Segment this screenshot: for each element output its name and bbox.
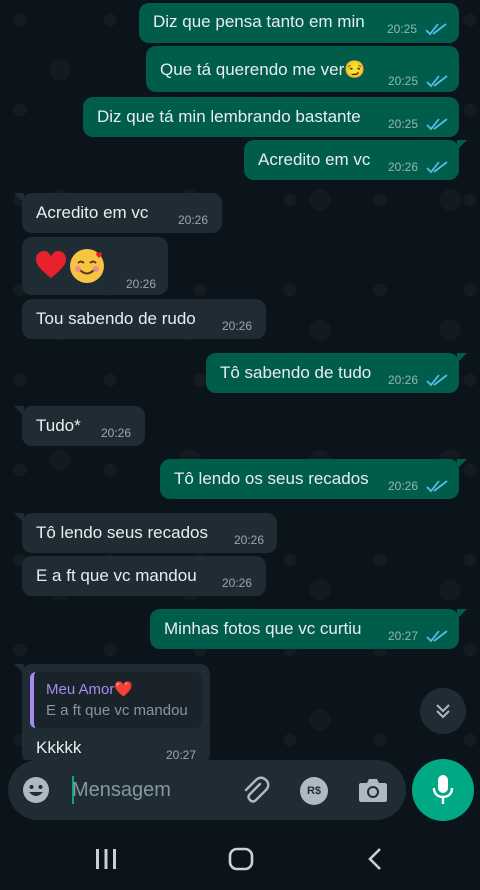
message-text: Acredito em vc bbox=[258, 150, 371, 169]
message-time: 20:27 bbox=[388, 629, 419, 643]
back-icon[interactable] bbox=[367, 847, 383, 871]
message-text: E a ft que vc mandou bbox=[36, 566, 197, 585]
paperclip-icon[interactable] bbox=[240, 776, 270, 806]
message-time: 20:25 bbox=[388, 74, 419, 88]
emoji-icon[interactable] bbox=[22, 776, 50, 804]
message-text: Tou sabendo de rudo bbox=[36, 309, 196, 328]
voice-message-button[interactable] bbox=[412, 759, 474, 821]
message-time: 20:26 bbox=[234, 533, 265, 547]
chevron-double-down-icon bbox=[436, 704, 450, 719]
message-time: 20:25 bbox=[388, 117, 419, 131]
double-check-icon bbox=[426, 480, 448, 493]
message-outgoing[interactable]: Diz que tá min lembrando bastante 20:25 bbox=[83, 97, 459, 137]
message-composer[interactable]: Mensagem R$ bbox=[8, 760, 406, 820]
message-time: 20:26 bbox=[222, 319, 253, 333]
message-time: 20:27 bbox=[166, 748, 197, 760]
message-text: Minhas fotos que vc curtiu bbox=[164, 619, 362, 638]
message-text: Tô lendo seus recados bbox=[36, 523, 208, 542]
message-time: 20:26 bbox=[178, 213, 209, 227]
message-list[interactable]: Diz que pensa tanto em min 20:25 Que tá … bbox=[0, 0, 480, 760]
message-outgoing[interactable]: Tô lendo os seus recados 20:26 bbox=[160, 459, 467, 499]
message-outgoing[interactable]: Que tá querendo me ver😏 20:25 bbox=[146, 46, 459, 92]
message-time: 20:26 bbox=[222, 576, 253, 590]
smiling-face-with-hearts-emoji bbox=[70, 249, 104, 283]
message-text: Tô lendo os seus recados bbox=[174, 469, 369, 488]
message-outgoing[interactable]: Minhas fotos que vc curtiu 20:27 bbox=[150, 609, 467, 649]
message-incoming[interactable]: Tô lendo seus recados 20:26 bbox=[14, 513, 277, 553]
message-text: Tudo* bbox=[36, 416, 81, 435]
message-outgoing[interactable]: Acredito em vc 20:26 bbox=[244, 140, 467, 180]
scroll-to-bottom-button[interactable] bbox=[420, 688, 466, 734]
message-text: Tô sabendo de tudo bbox=[220, 363, 372, 382]
message-text: Kkkkk bbox=[36, 738, 82, 757]
message-time: 20:26 bbox=[388, 479, 419, 493]
message-incoming[interactable]: Tudo* 20:26 bbox=[14, 406, 145, 446]
double-check-icon bbox=[426, 630, 448, 643]
rs-payment-icon[interactable]: R$ bbox=[300, 777, 328, 805]
message-text: Diz que pensa tanto em min bbox=[153, 12, 365, 31]
red-heart-emoji bbox=[36, 251, 66, 278]
double-check-icon bbox=[426, 75, 448, 88]
system-navigation-bar bbox=[0, 822, 480, 890]
message-incoming-reply[interactable]: Meu Amor❤️ E a ft que vc mandou Kkkkk 20… bbox=[14, 664, 210, 760]
message-incoming[interactable]: E a ft que vc mandou 20:26 bbox=[22, 556, 266, 596]
quoted-text: E a ft que vc mandou bbox=[46, 702, 188, 719]
double-check-icon bbox=[426, 374, 448, 387]
message-text: Que tá querendo me ver😏 bbox=[160, 60, 366, 79]
message-time: 20:26 bbox=[101, 426, 132, 440]
message-outgoing[interactable]: Tô sabendo de tudo 20:26 bbox=[206, 353, 467, 393]
mic-icon bbox=[432, 775, 454, 804]
double-check-icon bbox=[426, 118, 448, 131]
quoted-author: Meu Amor❤️ bbox=[46, 681, 134, 698]
message-text: Diz que tá min lembrando bastante bbox=[97, 107, 361, 126]
double-check-icon bbox=[426, 161, 448, 174]
message-outgoing[interactable]: Diz que pensa tanto em min 20:25 bbox=[139, 3, 459, 43]
message-input[interactable]: Mensagem bbox=[72, 779, 171, 802]
message-incoming[interactable]: Tou sabendo de rudo 20:26 bbox=[22, 299, 266, 339]
camera-icon[interactable] bbox=[358, 777, 388, 803]
message-text: Acredito em vc bbox=[36, 203, 149, 222]
message-incoming-emoji[interactable]: 20:26 bbox=[22, 237, 168, 295]
home-icon[interactable] bbox=[228, 847, 254, 871]
quoted-message[interactable]: Meu Amor❤️ E a ft que vc mandou bbox=[30, 672, 202, 728]
message-time: 20:26 bbox=[388, 160, 419, 174]
message-time: 20:25 bbox=[387, 22, 418, 36]
double-check-icon bbox=[425, 23, 447, 36]
message-time: 20:26 bbox=[126, 277, 157, 291]
message-time: 20:26 bbox=[388, 373, 419, 387]
message-incoming[interactable]: Acredito em vc 20:26 bbox=[14, 193, 222, 233]
recents-icon[interactable] bbox=[94, 848, 118, 870]
